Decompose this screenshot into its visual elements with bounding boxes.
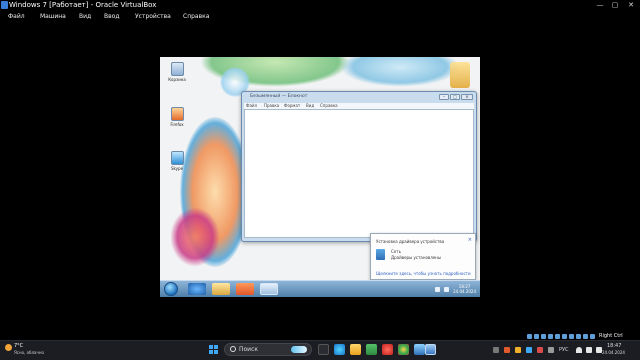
taskbar-media-player-icon[interactable] <box>236 283 254 295</box>
notepad-menu-help[interactable]: Справка <box>320 103 338 108</box>
notification-device-name: Сеть <box>391 249 401 254</box>
opera-icon[interactable] <box>382 344 393 355</box>
app-icon[interactable] <box>414 344 425 355</box>
desktop-icon-label: Firefox <box>170 122 184 127</box>
notification-link[interactable]: Щелкните здесь, чтобы узнать подробности <box>376 271 471 276</box>
menu-devices[interactable]: Устройства <box>135 13 171 20</box>
close-icon[interactable]: ✕ <box>624 0 638 11</box>
weather-condition: Ясно, облачно <box>14 350 44 355</box>
search-highlight-art <box>291 346 307 353</box>
status-display-icon[interactable] <box>569 333 574 339</box>
tray-app-icon[interactable] <box>548 347 554 353</box>
status-usb-icon[interactable] <box>555 333 560 339</box>
minimize-button[interactable]: – <box>439 94 449 100</box>
tray-chevron-icon[interactable] <box>493 347 499 353</box>
notepad-window-controls: – □ × <box>439 94 473 100</box>
desktop-icon-label: Skype <box>170 166 184 171</box>
status-optical-icon[interactable] <box>534 333 539 339</box>
status-cpu-icon[interactable] <box>583 333 588 339</box>
vb-titlebar: Windows 7 [Работает] - Oracle VirtualBox… <box>0 0 640 11</box>
guest-taskbar: 18:27 24.04.2024 <box>160 280 480 297</box>
menu-input[interactable]: Ввод <box>104 13 119 20</box>
search-box[interactable]: Поиск <box>224 343 312 356</box>
tray-app-icon[interactable] <box>526 347 532 353</box>
status-shared-folder-icon[interactable] <box>562 333 567 339</box>
guest-clock-date: 24.04.2024 <box>453 289 476 294</box>
close-button[interactable]: × <box>461 94 473 100</box>
guest-screen[interactable]: Корзина Firefox Skype Безымянный — Блокн… <box>160 57 480 297</box>
tray-app-icon[interactable] <box>504 347 510 353</box>
device-icon <box>376 249 385 260</box>
status-recording-icon[interactable] <box>576 333 581 339</box>
host-clock-time[interactable]: 18:47 <box>607 343 621 349</box>
firefox-icon <box>170 107 184 121</box>
volume-icon[interactable] <box>444 286 450 292</box>
wallpaper-art <box>170 207 220 267</box>
taskbar-explorer-icon[interactable] <box>212 283 230 295</box>
desktop-icon-skype[interactable]: Skype <box>164 151 190 171</box>
store-icon[interactable] <box>366 344 377 355</box>
virtualbox-logo-icon <box>1 1 8 9</box>
edge-icon[interactable] <box>334 344 345 355</box>
maximize-icon[interactable]: ▢ <box>608 0 622 11</box>
desktop-icon-recycle-bin[interactable]: Корзина <box>164 62 190 82</box>
file-explorer-icon[interactable] <box>350 344 361 355</box>
notepad-menu-view[interactable]: Вид <box>306 103 314 108</box>
guest-clock[interactable]: 18:27 24.04.2024 <box>453 284 476 294</box>
notepad-menu-format[interactable]: Формат <box>284 103 300 108</box>
vb-menubar: Файл Машина Вид Ввод Устройства Справка <box>0 11 640 23</box>
notepad-menu-edit[interactable]: Правка <box>264 103 279 108</box>
network-icon[interactable] <box>435 286 441 292</box>
tray-app-icon[interactable] <box>515 347 521 353</box>
notepad-menu-file[interactable]: Файл <box>246 103 257 108</box>
volume-icon[interactable] <box>586 347 592 353</box>
desktop-icon-label: Корзина <box>168 77 186 82</box>
recycle-bin-icon <box>170 62 184 76</box>
notification-close-icon[interactable]: × <box>468 237 472 243</box>
tray-app-icon[interactable] <box>537 347 543 353</box>
status-network-icon[interactable] <box>548 333 553 339</box>
virtualbox-taskbar-icon[interactable] <box>425 344 436 355</box>
weather-icon <box>5 344 12 351</box>
status-mouse-icon[interactable] <box>590 333 595 339</box>
driver-notification[interactable]: Установка драйвера устройства × Сеть Дра… <box>370 233 476 280</box>
search-icon <box>230 346 236 352</box>
notification-device-status: Драйверы установлены <box>391 255 442 260</box>
status-hdd-icon[interactable] <box>527 333 532 339</box>
search-placeholder: Поиск <box>239 346 259 353</box>
skype-icon <box>170 151 184 165</box>
notepad-window[interactable]: Безымянный — Блокнот – □ × Файл Правка Ф… <box>241 91 477 242</box>
desktop-icon-firefox[interactable]: Firefox <box>164 107 190 127</box>
task-view-icon[interactable] <box>318 344 329 355</box>
taskbar-notepad-button[interactable] <box>260 283 278 295</box>
chrome-icon[interactable] <box>398 344 409 355</box>
menu-help[interactable]: Справка <box>183 13 209 20</box>
wallpaper-art <box>340 57 460 87</box>
windows-start-button[interactable] <box>209 345 218 354</box>
window-title: Windows 7 [Работает] - Oracle VirtualBox <box>9 1 157 9</box>
status-audio-icon[interactable] <box>541 333 546 339</box>
taskbar-ie-icon[interactable] <box>188 283 206 295</box>
notification-header: Установка драйвера устройства <box>376 239 445 244</box>
folder-icon[interactable] <box>450 62 470 88</box>
menu-file[interactable]: Файл <box>8 13 25 20</box>
minimize-icon[interactable]: — <box>593 0 607 11</box>
windows-start-icon[interactable] <box>164 282 178 296</box>
host-key-label: Right Ctrl <box>599 333 623 339</box>
guest-system-tray: 18:27 24.04.2024 <box>435 283 476 295</box>
wifi-icon[interactable] <box>576 347 582 353</box>
menu-machine[interactable]: Машина <box>40 13 66 20</box>
menu-view[interactable]: Вид <box>79 13 91 20</box>
weather-temp: 7°C <box>14 343 24 349</box>
notepad-title: Безымянный — Блокнот <box>250 94 308 99</box>
notepad-text-area[interactable] <box>244 109 474 238</box>
language-indicator[interactable]: РУС <box>559 347 569 353</box>
host-clock-date[interactable]: 24.04.2024 <box>602 350 625 355</box>
vb-statusbar: Right Ctrl <box>527 333 623 339</box>
maximize-button[interactable]: □ <box>450 94 460 100</box>
